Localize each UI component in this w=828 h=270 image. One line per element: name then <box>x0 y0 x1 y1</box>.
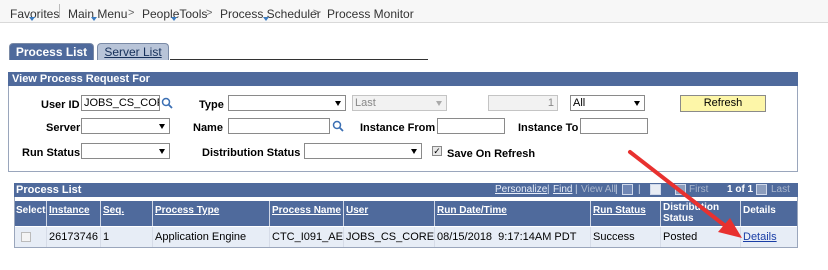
annotation-arrow-icon <box>628 150 742 238</box>
